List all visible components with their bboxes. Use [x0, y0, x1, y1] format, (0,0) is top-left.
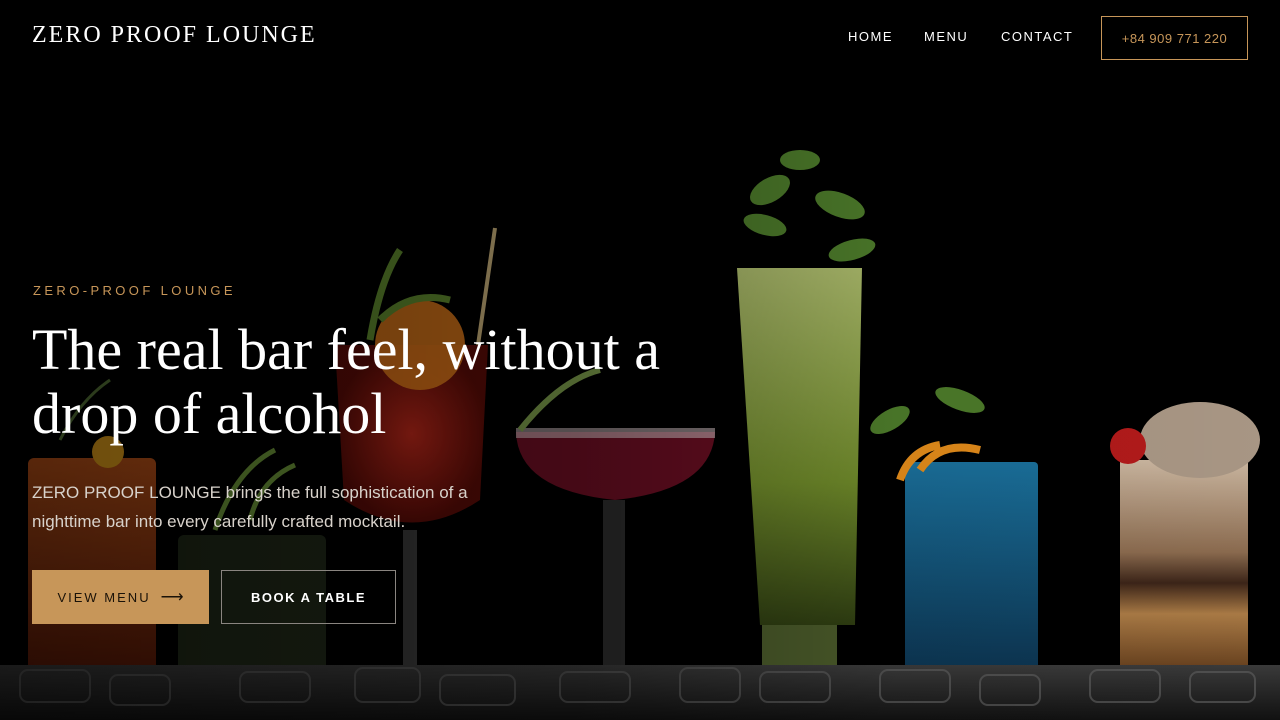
nav-link-contact[interactable]: CONTACT — [1001, 29, 1073, 44]
arrow-right-icon: ⟶ — [160, 589, 184, 606]
view-menu-label: VIEW MENU — [57, 589, 151, 605]
book-table-button[interactable]: BOOK A TABLE — [221, 570, 396, 624]
nav-link-menu[interactable]: MENU — [924, 29, 968, 44]
brand-logo[interactable]: ZERO PROOF LOUNGE — [32, 22, 317, 49]
phone-button[interactable]: +84 909 771 220 — [1101, 16, 1248, 60]
hero-description: ZERO PROOF LOUNGE brings the full sophis… — [32, 483, 468, 531]
site-header: ZERO PROOF LOUNGE HOME MENU CONTACT +84 … — [0, 0, 1280, 76]
hero-eyebrow: ZERO-PROOF LOUNGE — [33, 283, 236, 298]
hero-title: The real bar feel, without a drop of alc… — [32, 317, 661, 446]
nav-link-home[interactable]: HOME — [848, 29, 893, 44]
view-menu-button[interactable]: VIEW MENU ⟶ — [32, 570, 209, 624]
